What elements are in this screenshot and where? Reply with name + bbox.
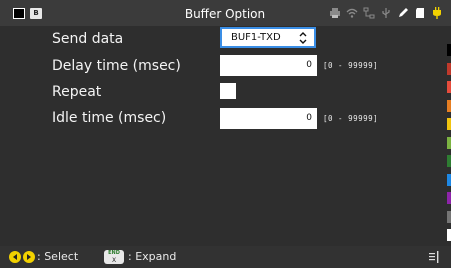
color-strip-swatch <box>447 229 451 241</box>
idle-time-label: Idle time (msec) <box>52 110 167 126</box>
right-arrow-button[interactable] <box>23 251 35 263</box>
color-strip-swatch <box>447 173 451 186</box>
bottom-bar: : Select END X : Expand <box>0 246 451 268</box>
left-arrow-button[interactable] <box>9 251 21 263</box>
select-hint: : Select <box>37 250 79 263</box>
title-bar: B Buffer Option <box>0 0 451 26</box>
network-icon <box>363 6 375 20</box>
usb-icon <box>380 6 392 20</box>
delay-time-range: [0 - 99999] <box>323 61 379 70</box>
stop-icon[interactable] <box>13 8 25 19</box>
idle-time-range: [0 - 99999] <box>323 114 379 123</box>
color-strip-swatch <box>447 62 451 75</box>
color-strip-swatch <box>447 136 451 149</box>
pen-icon <box>397 6 409 20</box>
left-arrow-icon <box>13 254 17 260</box>
color-strip-swatch <box>447 44 451 56</box>
end-key-icon[interactable]: END X <box>104 250 124 264</box>
buffer-badge-text: B <box>33 9 39 17</box>
power-plug-icon <box>431 6 443 20</box>
color-strip-swatch <box>447 118 451 130</box>
status-icons <box>329 5 443 21</box>
window-title: Buffer Option <box>184 7 266 21</box>
send-data-value: BUF1-TXD <box>231 32 281 43</box>
delay-time-input[interactable]: 0 <box>220 55 317 76</box>
repeat-label: Repeat <box>52 84 102 100</box>
color-strip-swatch <box>447 81 451 93</box>
wifi-icon <box>346 6 358 20</box>
color-strip-swatch <box>447 192 451 204</box>
color-strip-swatch <box>447 155 451 167</box>
end-key-top: END <box>108 250 120 256</box>
menu-icon[interactable] <box>429 251 439 263</box>
color-strip-swatch <box>447 210 451 223</box>
end-key-bottom: X <box>111 257 117 264</box>
color-strip-swatch <box>447 99 451 112</box>
printer-icon <box>329 6 341 20</box>
buffer-badge-icon: B <box>30 8 42 19</box>
sd-card-icon <box>414 6 426 20</box>
delay-time-label: Delay time (msec) <box>52 58 181 74</box>
expand-hint: : Expand <box>128 250 177 263</box>
right-arrow-icon <box>27 254 31 260</box>
send-data-select[interactable]: BUF1-TXD <box>220 27 316 48</box>
send-data-label: Send data <box>52 31 124 47</box>
repeat-checkbox[interactable] <box>220 83 236 99</box>
idle-time-input[interactable]: 0 <box>220 108 317 129</box>
screen: B Buffer Option Send data BUF1-TXD Delay… <box>0 0 451 268</box>
updown-chevron-icon <box>299 32 307 44</box>
